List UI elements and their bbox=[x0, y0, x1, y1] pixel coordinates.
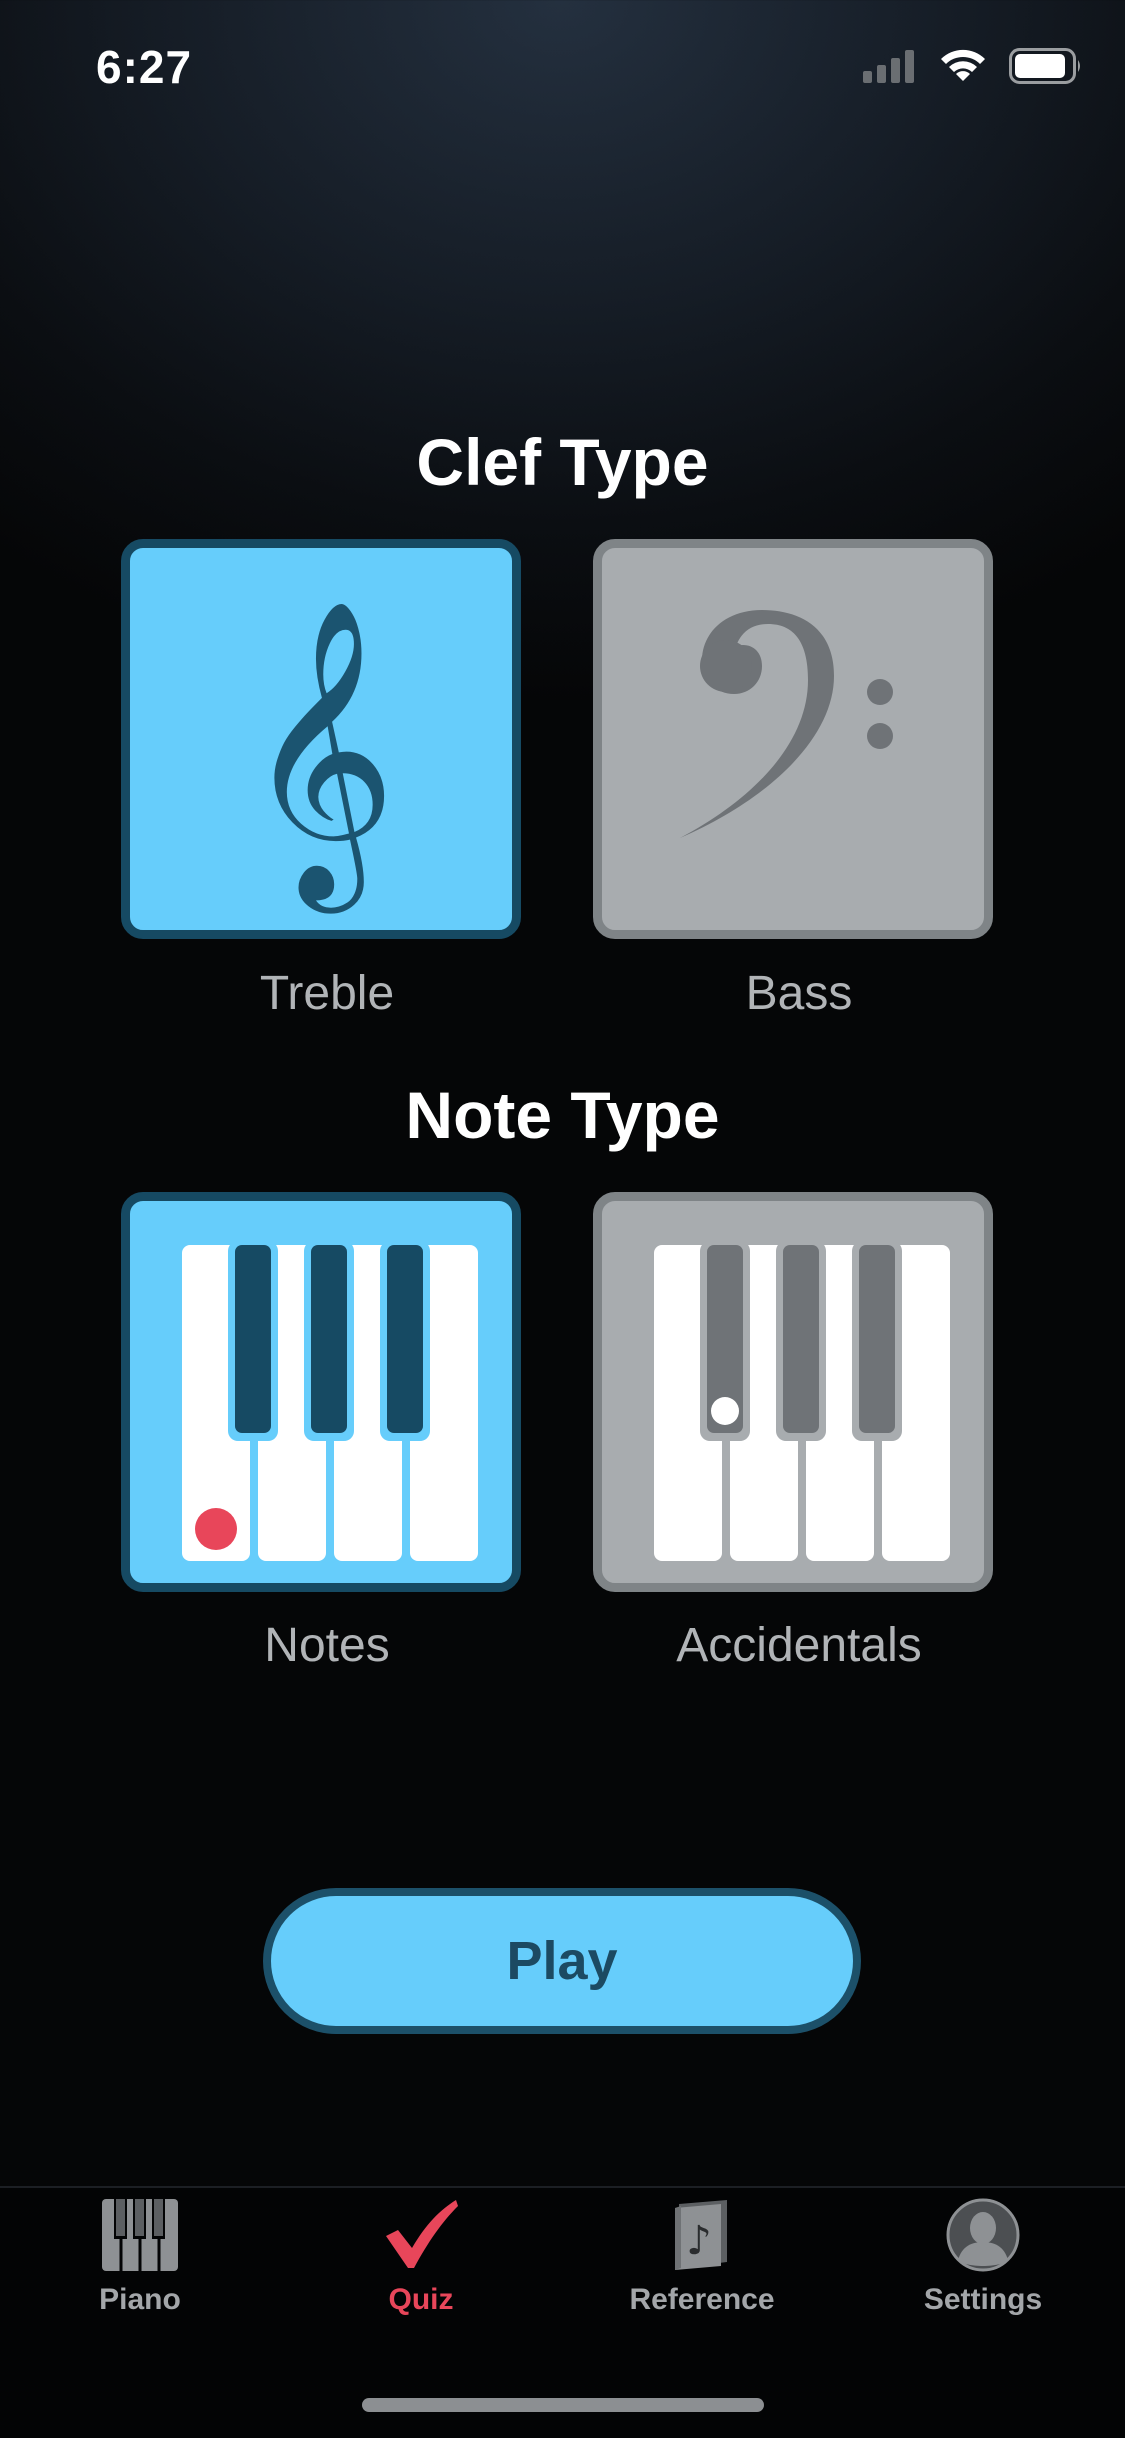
svg-text:𝄞: 𝄞 bbox=[243, 598, 397, 915]
tab-settings-label: Settings bbox=[923, 2283, 1043, 2316]
home-indicator[interactable] bbox=[362, 2398, 764, 2412]
svg-text:♪: ♪ bbox=[686, 2218, 712, 2264]
cellular-signal-icon bbox=[863, 50, 914, 83]
battery-icon bbox=[1009, 48, 1080, 84]
tab-reference[interactable]: ♪ Reference bbox=[582, 2198, 822, 2317]
tab-settings[interactable]: Settings bbox=[863, 2198, 1103, 2317]
music-book-icon: ♪ bbox=[675, 2200, 727, 2270]
piano-keys-accidental-icon bbox=[654, 1241, 950, 1561]
notes-option[interactable] bbox=[121, 1192, 521, 1592]
tab-piano-label: Piano bbox=[99, 2283, 181, 2316]
tab-reference-label: Reference bbox=[629, 2283, 775, 2316]
bass-label: Bass bbox=[745, 967, 853, 1020]
tab-quiz-label: Quiz bbox=[388, 2283, 454, 2316]
play-button[interactable]: Play bbox=[263, 1888, 861, 2034]
piano-icon bbox=[102, 2199, 178, 2271]
tab-quiz[interactable]: Quiz bbox=[301, 2198, 541, 2317]
treble-clef-icon: 𝄞 bbox=[243, 598, 397, 915]
bass-option[interactable] bbox=[593, 539, 993, 939]
accidentals-label: Accidentals bbox=[676, 1619, 922, 1672]
note-type-title: Note Type bbox=[405, 1078, 720, 1152]
checkmark-icon bbox=[386, 2200, 458, 2268]
accidentals-option[interactable] bbox=[593, 1192, 993, 1592]
clef-type-title: Clef Type bbox=[416, 425, 709, 499]
tab-piano[interactable]: Piano bbox=[20, 2198, 260, 2317]
notes-label: Notes bbox=[264, 1619, 390, 1672]
wifi-icon bbox=[941, 49, 985, 81]
treble-option[interactable]: 𝄞 bbox=[121, 539, 521, 939]
profile-icon bbox=[946, 2198, 1020, 2272]
piano-keys-natural-icon bbox=[182, 1241, 478, 1561]
status-icons bbox=[863, 48, 1083, 84]
status-time: 6:27 bbox=[96, 41, 193, 93]
treble-label: Treble bbox=[259, 967, 395, 1020]
bass-clef-icon bbox=[680, 610, 893, 838]
